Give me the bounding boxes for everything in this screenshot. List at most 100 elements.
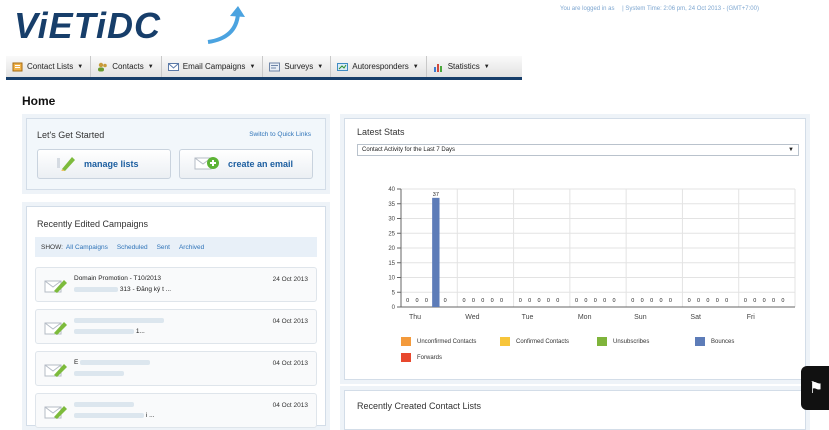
- vietidc-logo[interactable]: ViETiDC: [12, 4, 252, 46]
- legend-swatch: [401, 337, 411, 346]
- campaign-item[interactable]: E 04 Oct 2013: [35, 351, 317, 386]
- switch-quick-links-link[interactable]: Switch to Quick Links: [249, 131, 311, 138]
- data-label: 0: [669, 298, 672, 304]
- data-label: 0: [481, 298, 484, 304]
- data-label: 0: [772, 298, 775, 304]
- legend-item: Unsubscribes: [597, 337, 649, 346]
- data-label: 0: [631, 298, 634, 304]
- data-label: 0: [425, 298, 428, 304]
- recent-campaigns-panel: Recently Edited Campaigns SHOW: All Camp…: [26, 206, 326, 428]
- data-label: 0: [613, 298, 616, 304]
- data-label: 0: [688, 298, 691, 304]
- latest-stats-panel: Latest Stats Contact Activity for the La…: [344, 118, 806, 380]
- main-nav: Contact Lists ▼ Contacts ▼ Email Campaigns…: [6, 56, 522, 80]
- chevron-down-icon: ▼: [483, 63, 490, 70]
- data-label: 0: [472, 298, 475, 304]
- campaign-date: 04 Oct 2013: [272, 360, 308, 367]
- nav-label: Contact Lists: [27, 62, 74, 71]
- data-label: 0: [462, 298, 465, 304]
- filter-archived[interactable]: Archived: [179, 244, 204, 251]
- bar: [432, 197, 440, 307]
- campaign-item[interactable]: 1... 04 Oct 2013: [35, 309, 317, 344]
- legend-swatch: [695, 337, 705, 346]
- nav-contact-lists[interactable]: Contact Lists ▼: [6, 56, 92, 77]
- chevron-down-icon: ▼: [249, 63, 256, 70]
- y-tick-label: 0: [392, 305, 396, 311]
- button-label: manage lists: [84, 159, 139, 169]
- clipboard-icon: [12, 62, 23, 72]
- y-tick-label: 10: [388, 276, 395, 282]
- nav-surveys[interactable]: Surveys ▼: [263, 56, 332, 77]
- redacted-text: [74, 412, 144, 418]
- nav-email-campaigns[interactable]: Email Campaigns ▼: [162, 56, 264, 77]
- data-label: 0: [406, 298, 409, 304]
- data-label: 0: [781, 298, 784, 304]
- campaign-name: Domain Promotion - T10/2013: [74, 275, 161, 282]
- y-tick-label: 5: [392, 290, 396, 296]
- data-label: 0: [537, 298, 540, 304]
- legend-label: Unsubscribes: [613, 338, 650, 345]
- data-label: 0: [528, 298, 531, 304]
- chevron-down-icon: ▼: [147, 63, 154, 70]
- campaign-date: 04 Oct 2013: [272, 318, 308, 325]
- data-label: 0: [659, 298, 662, 304]
- logged-in-text: You are logged in as: [560, 6, 615, 12]
- nav-contacts[interactable]: Contacts ▼: [91, 56, 162, 77]
- floating-action-button[interactable]: ⚑: [801, 366, 829, 410]
- legend-swatch: [597, 337, 607, 346]
- filter-all-campaigns[interactable]: All Campaigns: [66, 244, 108, 251]
- data-label: 0: [650, 298, 653, 304]
- y-tick-label: 35: [388, 202, 395, 208]
- x-tick-label: Thu: [409, 314, 421, 321]
- envelope-icon: [167, 62, 179, 72]
- campaign-item[interactable]: Domain Promotion - T10/2013 313 - Đăng k…: [35, 267, 317, 302]
- campaign-item[interactable]: i ... 04 Oct 2013: [35, 393, 317, 428]
- data-label: 0: [444, 298, 447, 304]
- bar-chart-icon: [433, 62, 444, 72]
- edit-email-icon: [44, 362, 68, 380]
- data-label: 0: [725, 298, 728, 304]
- redacted-text: [80, 359, 151, 365]
- chevron-down-icon: ▼: [788, 147, 794, 153]
- panel-title: Recently Edited Campaigns: [37, 219, 149, 229]
- nav-label: Autoresponders: [352, 62, 409, 71]
- getting-started-panel: Let's Get Started Switch to Quick Links …: [26, 118, 326, 190]
- x-tick-label: Sun: [634, 314, 647, 321]
- legend-item: Forwards: [401, 353, 442, 362]
- stats-period-select[interactable]: Contact Activity for the Last 7 Days ▼: [357, 144, 799, 156]
- create-email-button[interactable]: create an email: [179, 149, 313, 179]
- nav-label: Contacts: [112, 62, 144, 71]
- chevron-down-icon: ▼: [412, 63, 419, 70]
- filter-sent[interactable]: Sent: [157, 244, 170, 251]
- select-value: Contact Activity for the Last 7 Days: [362, 147, 456, 153]
- x-tick-label: Wed: [465, 314, 479, 321]
- edit-email-icon: [44, 320, 68, 338]
- data-label: 0: [416, 298, 419, 304]
- survey-icon: [269, 62, 281, 72]
- filter-scheduled[interactable]: Scheduled: [117, 244, 148, 251]
- users-icon: [97, 62, 108, 72]
- chevron-down-icon: ▼: [77, 63, 84, 70]
- legend-swatch: [401, 353, 411, 362]
- data-label: 0: [594, 298, 597, 304]
- nav-statistics[interactable]: Statistics ▼: [427, 56, 497, 77]
- app-icon: ⚑: [808, 380, 824, 397]
- edit-email-icon: [44, 278, 68, 296]
- data-label: 0: [500, 298, 503, 304]
- add-email-icon: [194, 155, 220, 173]
- data-label: 0: [519, 298, 522, 304]
- x-tick-label: Mon: [578, 314, 592, 321]
- nav-label: Statistics: [447, 62, 480, 71]
- legend-item: Confirmed Contacts: [500, 337, 569, 346]
- page-title: Home: [22, 94, 56, 108]
- x-tick-label: Tue: [522, 314, 534, 321]
- legend-swatch: [500, 337, 510, 346]
- data-label: 0: [744, 298, 747, 304]
- x-tick-label: Fri: [747, 314, 756, 321]
- redacted-text: [74, 317, 164, 323]
- manage-lists-button[interactable]: manage lists: [37, 149, 171, 179]
- nav-autoresponders[interactable]: Autoresponders ▼: [331, 56, 427, 77]
- campaign-subject: 313 - Đăng ký t ...: [119, 286, 172, 293]
- data-label: 0: [575, 298, 578, 304]
- pencil-icon: [56, 155, 76, 173]
